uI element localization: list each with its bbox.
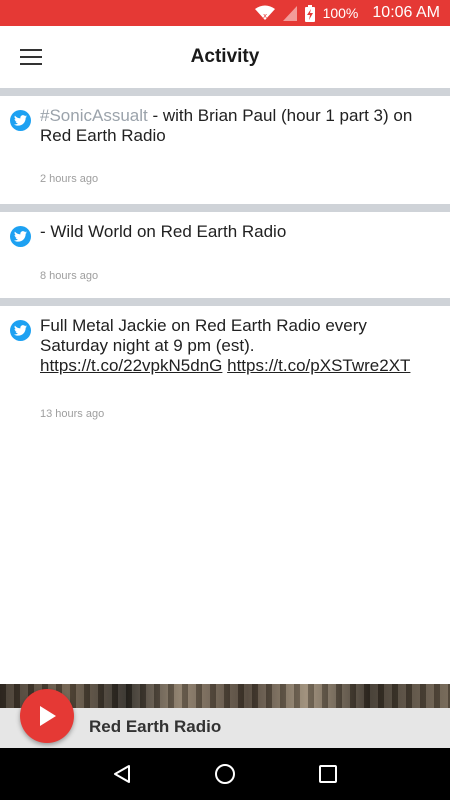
- twitter-icon: [10, 320, 31, 341]
- divider: [0, 204, 450, 212]
- home-icon[interactable]: [205, 754, 245, 794]
- list-item[interactable]: #SonicAssualt - with Brian Paul (hour 1 …: [0, 96, 450, 204]
- recents-icon[interactable]: [308, 754, 348, 794]
- battery-level: 100%: [322, 5, 359, 21]
- item-body: - Wild World on Red Earth Radio: [40, 222, 287, 241]
- activity-feed: #SonicAssualt - with Brian Paul (hour 1 …: [0, 88, 450, 436]
- app-bar: Activity: [0, 26, 450, 88]
- signal-icon: [282, 5, 297, 21]
- list-item[interactable]: - Wild World on Red Earth Radio 8 hours …: [0, 212, 450, 298]
- item-text: #SonicAssualt - with Brian Paul (hour 1 …: [40, 106, 436, 146]
- hashtag-link[interactable]: #SonicAssualt: [40, 106, 148, 125]
- battery-charging-icon: [304, 4, 315, 22]
- tweet-link[interactable]: https://t.co/22vpkN5dnG: [40, 356, 222, 375]
- status-bar: x 100% 10:06 AM: [0, 0, 450, 26]
- twitter-icon: [10, 226, 31, 247]
- tweet-link[interactable]: https://t.co/pXSTwre2XT: [227, 356, 410, 375]
- twitter-icon: [10, 110, 31, 131]
- back-icon[interactable]: [102, 754, 142, 794]
- divider: [0, 298, 450, 306]
- play-icon: [40, 706, 56, 726]
- item-text: Full Metal Jackie on Red Earth Radio eve…: [40, 316, 436, 376]
- timestamp: 8 hours ago: [40, 270, 99, 282]
- system-nav-bar: [0, 748, 450, 800]
- svg-text:x: x: [263, 12, 267, 20]
- hamburger-menu-icon[interactable]: [14, 42, 48, 72]
- timestamp: 13 hours ago: [40, 408, 105, 420]
- list-item[interactable]: Full Metal Jackie on Red Earth Radio eve…: [0, 306, 450, 436]
- page-title: Activity: [190, 46, 260, 67]
- item-body: Full Metal Jackie on Red Earth Radio eve…: [40, 316, 367, 355]
- wifi-icon: x: [254, 5, 275, 21]
- clock: 10:06 AM: [372, 4, 440, 21]
- play-button[interactable]: [20, 689, 74, 743]
- divider: [0, 88, 450, 96]
- station-name: Red Earth Radio: [89, 717, 222, 736]
- timestamp: 2 hours ago: [40, 173, 99, 185]
